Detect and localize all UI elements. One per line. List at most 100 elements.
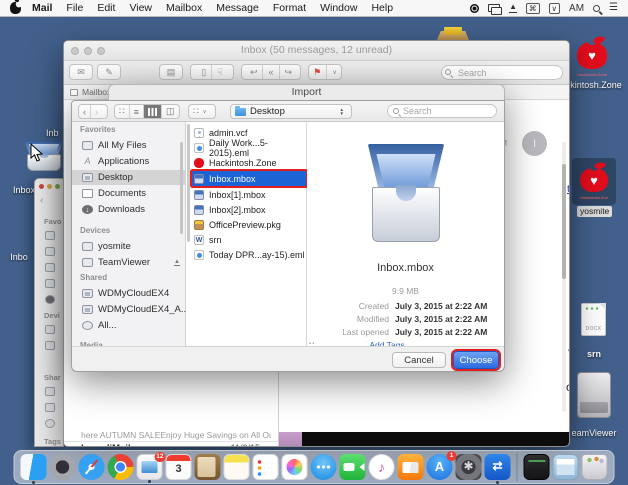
input-source-icon[interactable]: ⌘ [526,3,540,14]
file-row-inbox-mbox-selected[interactable]: Inbox.mbox [192,171,306,186]
minimize-button[interactable] [47,184,52,189]
sidebar-scrollbar[interactable] [180,142,183,234]
sidebar-item-yosmite[interactable]: yosmite [72,239,186,254]
action-menu-button[interactable]: ∷∨ [188,104,216,119]
dock-calendar-icon[interactable]: 3 [166,454,192,480]
forward-button[interactable]: › [90,105,102,118]
menu-clock[interactable]: AM [569,3,584,14]
background-finder-window[interactable]: ‹ Favo Devi Shar Tags [34,178,64,447]
dock-launchpad-icon[interactable] [50,454,76,480]
flag-menu-button[interactable]: ∨ [326,65,341,79]
yosmite-label[interactable]: yosmite [577,206,612,217]
menu-format[interactable]: Format [266,2,313,14]
dock-notes-icon[interactable] [224,454,250,480]
dock-finder-icon[interactable] [21,454,47,480]
dock-stack-icon[interactable] [524,454,550,480]
apple-menu-icon[interactable] [10,2,21,14]
message-sender[interactable]: IncrediMail [81,443,131,447]
dock-teamviewer-icon[interactable]: ⇄ [485,454,511,480]
chevron-icon[interactable]: ∨ [549,3,561,14]
file-row-hackintosh-zone[interactable]: Hackintosh.Zone [192,155,306,170]
displays-icon[interactable] [488,4,500,12]
dock-reminders-icon[interactable] [253,454,279,480]
file-row-today-dpr[interactable]: Today DPR...ay-15).eml [192,247,306,262]
choose-button[interactable]: Choose [453,351,499,369]
menu-window[interactable]: Window [313,2,364,14]
sidebar-item-downloads[interactable]: ↓Downloads [72,202,186,217]
icon-view-button[interactable]: ∷ [115,105,129,118]
zoom-button[interactable] [55,184,60,189]
hackintosh-zone-desktop-icon[interactable]: ♥ Hackintosh.Zone [577,36,607,72]
sidebar-item-all-my-files[interactable]: All My Files [72,138,186,153]
menu-file[interactable]: File [59,2,90,14]
trash-button[interactable]: ▯ [196,65,211,79]
dock-photos-icon[interactable] [282,454,308,480]
sidebar-item-wdmycloud[interactable]: WDMyCloudEX4 [72,286,186,301]
dock-safari-icon[interactable] [79,454,105,480]
file-row-daily-work[interactable]: Daily Work...5-2015).eml [192,140,306,155]
file-list-scrollbar[interactable] [187,124,190,242]
sidebar-item-documents[interactable]: Documents [72,186,186,201]
menu-message[interactable]: Message [209,2,266,14]
package-desktop-icon[interactable] [437,27,469,40]
dock-itunes-icon[interactable]: ♪ [369,454,395,480]
menu-mailbox[interactable]: Mailbox [159,2,209,14]
resize-grip[interactable]: ▪▪ [309,341,315,347]
srn-label[interactable]: srn [576,349,612,359]
file-row-srn[interactable]: Wsrn [192,232,306,247]
sidebar-item-teamviewer[interactable]: TeamViewer▲ [72,255,186,270]
dock-ibooks-icon[interactable] [398,454,424,480]
mail-search-input[interactable] [441,65,563,80]
eject-icon[interactable]: ▲ [509,3,517,13]
file-row-inbox1-mbox[interactable]: Inbox[1].mbox [192,187,306,202]
dock-appstore-icon[interactable]: A1 [427,454,453,480]
email-link[interactable]: tes & special [567,183,570,195]
list-view-button[interactable]: ≡ [129,105,143,118]
yosmite-desktop-icon[interactable]: ♥ Hackintosh.Zone [580,162,608,195]
menu-help[interactable]: Help [364,2,400,14]
menu-mail[interactable]: Mail [25,2,59,14]
junk-button[interactable]: ☟ [211,65,227,79]
notification-center-icon[interactable]: ☰ [609,3,618,13]
file-row-officepreview-pkg[interactable]: OfficePreview.pkg [192,217,306,232]
record-icon[interactable] [470,4,479,13]
sheet-search-input[interactable] [387,104,497,118]
dock-window-preview-icon[interactable] [553,454,579,480]
menu-edit[interactable]: Edit [90,2,122,14]
back-button[interactable]: ‹ [79,105,90,118]
teamviewer-drive-desktop-icon[interactable] [577,372,611,418]
dock-system-preferences-icon[interactable]: ✱ [456,454,482,480]
reply-all-button[interactable]: « [262,65,278,79]
sidebar-item-desktop[interactable]: Desktop [72,170,186,185]
hackintosh-zone-label[interactable]: kintosh.Zone [568,80,624,90]
eject-icon[interactable]: ▲ [174,259,180,266]
dock-mail-icon[interactable]: 12 [137,454,163,480]
sidebar-item-all-network[interactable]: All... [72,318,186,333]
get-mail-button[interactable]: ✉ [69,64,93,80]
dock-contacts-icon[interactable] [195,454,221,480]
dock-trash-icon[interactable] [582,454,608,480]
menu-view[interactable]: View [122,2,159,14]
desktop-label-partial[interactable]: Inb [46,128,59,138]
flag-button[interactable]: ⚑ [308,65,326,79]
sidebar-item-applications[interactable]: AApplications [72,154,186,169]
archive-button[interactable]: ▤ [159,64,183,80]
location-popup[interactable]: Desktop ▲▼ [230,104,352,119]
coverflow-view-button[interactable]: ◫ [161,105,179,118]
teamviewer-drive-label[interactable]: eamViewer [564,428,624,438]
close-button[interactable] [39,184,44,189]
dock-messages-icon[interactable] [311,454,337,480]
spotlight-icon[interactable] [593,5,600,12]
dock-facetime-icon[interactable] [340,454,366,480]
sidebar-item-wdmycloud-a[interactable]: WDMyCloudEX4_A... [72,302,186,317]
vertical-scrollbar[interactable] [562,142,566,412]
srn-docx-desktop-icon[interactable]: DOCX [581,303,606,336]
forward-button[interactable]: ↪ [279,65,298,79]
cancel-button[interactable]: Cancel [392,352,446,368]
compose-button[interactable]: ✎ [97,64,121,80]
reply-button[interactable]: ↩ [245,65,263,79]
column-view-button[interactable] [143,105,161,118]
file-row-inbox2-mbox[interactable]: Inbox[2].mbox [192,202,306,217]
scrollbar-thumb[interactable] [562,164,566,279]
back-button[interactable]: ‹ [40,195,43,206]
